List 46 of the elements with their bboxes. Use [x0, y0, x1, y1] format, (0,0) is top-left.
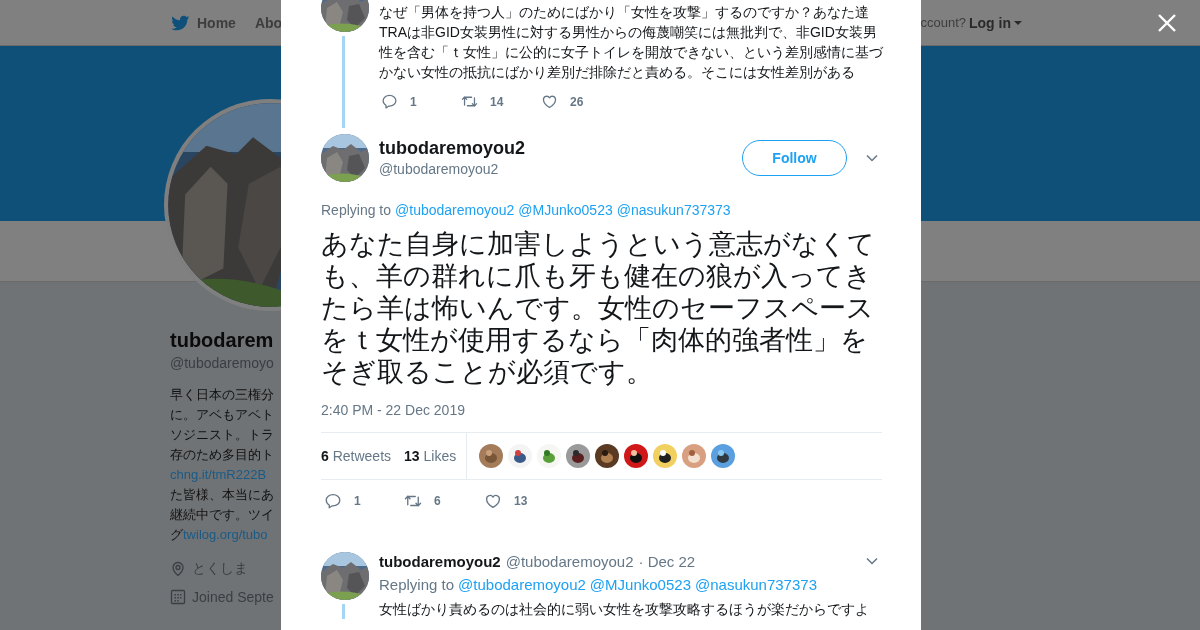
retweet-icon[interactable] — [461, 93, 478, 110]
profile-bio: 早く日本の三権分 に。アベもアベト ソジニスト。トラ 存のため多目的ト chng.it/tmR222B た皆様、本当にあ 継続中です。ツイ グtwilog.org/tubo — [170, 386, 275, 544]
action-count: 13 — [514, 494, 528, 508]
action-count: 1 — [354, 494, 361, 508]
action-count: 1 — [410, 94, 417, 109]
nav-link[interactable]: Abo — [254, 14, 283, 31]
bird-icon — [170, 13, 191, 32]
mention-link[interactable]: @MJunko0523 — [518, 201, 613, 219]
tweet-text: 女性ばかり責めるのは社会的に弱い女性を攻撃攻略するほうが楽だからですよ — [379, 600, 870, 619]
user-handle: @tubodaremoyou2 — [505, 552, 634, 570]
calendar-icon — [170, 589, 186, 605]
follow-button[interactable]: Follow — [742, 140, 847, 176]
tweet-timestamp: 2:40 PM - 22 Dec 2019 — [321, 401, 466, 419]
tweet-text: なぜ「男体を持つ人」のためにばかり「女性を攻撃」するのですか？あなた達TRAは非GID女装男性に対する男性からの侮蔑嘲笑には無批判で、非GID女装男性を含む「ｔ女性」に公的に女子トイレを開放できない、という差別感情に基づかない女性の抵抗にばかり差別だ排除だと責める。そこには女性差別がある — [379, 3, 884, 82]
bio-link[interactable]: chng.it/tmR222B — [170, 467, 267, 482]
login-menu[interactable]: Log in — [969, 14, 1022, 31]
user-name[interactable]: tubodaremoyou2 — [379, 552, 501, 570]
profile-name: tubodarem — [170, 328, 274, 352]
mention-link[interactable]: @tubodaremoyou2 — [458, 576, 586, 594]
mention-link[interactable]: @tubodaremoyou2 — [395, 201, 515, 219]
mention-link[interactable]: @nasukun737373 — [616, 201, 731, 219]
chevron-down-icon[interactable] — [866, 154, 878, 162]
chevron-down-icon[interactable] — [866, 557, 878, 565]
stat-link[interactable]: 6 Retweets — [321, 448, 392, 464]
mention-link[interactable]: @nasukun737373 — [695, 576, 817, 594]
retweet-icon[interactable] — [404, 492, 422, 510]
replying-label: Replying to — [321, 201, 392, 219]
account-prompt: ccount? — [920, 15, 966, 30]
location-pin-icon — [170, 561, 186, 577]
tweet-date[interactable]: · Dec 22 — [638, 552, 696, 570]
bio-link[interactable]: twilog.org/tubo — [183, 527, 268, 542]
user-handle: @tubodaremoyou2 — [379, 160, 500, 179]
action-count: 6 — [434, 494, 441, 508]
reply-icon[interactable] — [381, 93, 398, 110]
stat-link[interactable]: 13 Likes — [404, 448, 457, 464]
heart-icon[interactable] — [484, 492, 502, 510]
home-link[interactable]: Home — [170, 13, 236, 32]
heart-icon[interactable] — [541, 93, 558, 110]
mention-link[interactable]: @MJunko0523 — [589, 576, 691, 594]
action-count: 14 — [490, 94, 504, 109]
close-button[interactable] — [1156, 12, 1178, 34]
reply-icon[interactable] — [324, 492, 342, 510]
replying-label: Replying to — [379, 576, 455, 594]
user-name[interactable]: tubodaremoyou2 — [379, 137, 742, 159]
tweet-text: あなた自身に加害しようという意志がなくても、羊の群れに爪も牙も健在の狼が入ってきたら羊は怖いんです。女性のセーフスペースをｔ女性が使用するなら「肉体的強者性」をそぎ取ることが必須です。 — [321, 228, 876, 388]
action-count: 26 — [570, 94, 584, 109]
